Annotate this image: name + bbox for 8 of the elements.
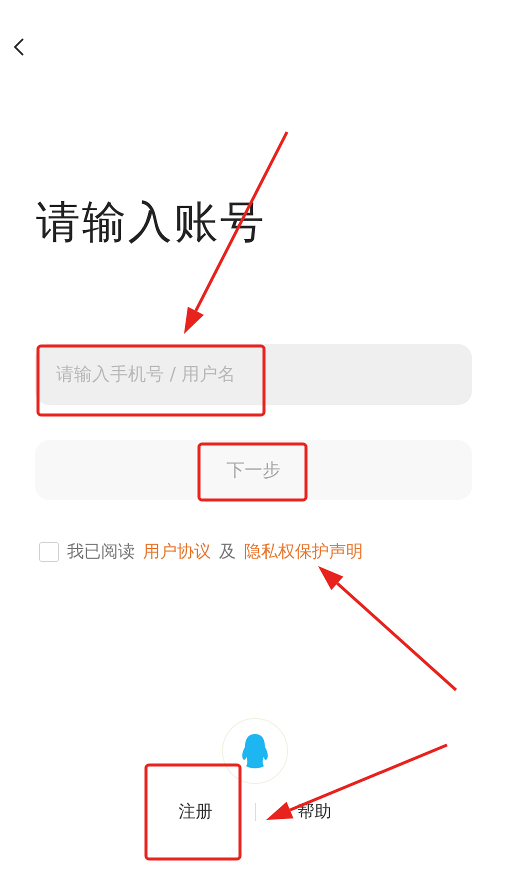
privacy-policy-link[interactable]: 隐私权保护声明 <box>244 540 363 563</box>
agree-text: 我已阅读 <box>67 541 135 563</box>
joiner-text: 及 <box>219 541 236 563</box>
penguin-login-button[interactable] <box>222 718 288 784</box>
register-link[interactable]: 注册 <box>136 800 254 823</box>
penguin-icon <box>240 733 270 769</box>
agree-checkbox[interactable] <box>39 542 59 562</box>
user-agreement-link[interactable]: 用户协议 <box>143 540 211 563</box>
